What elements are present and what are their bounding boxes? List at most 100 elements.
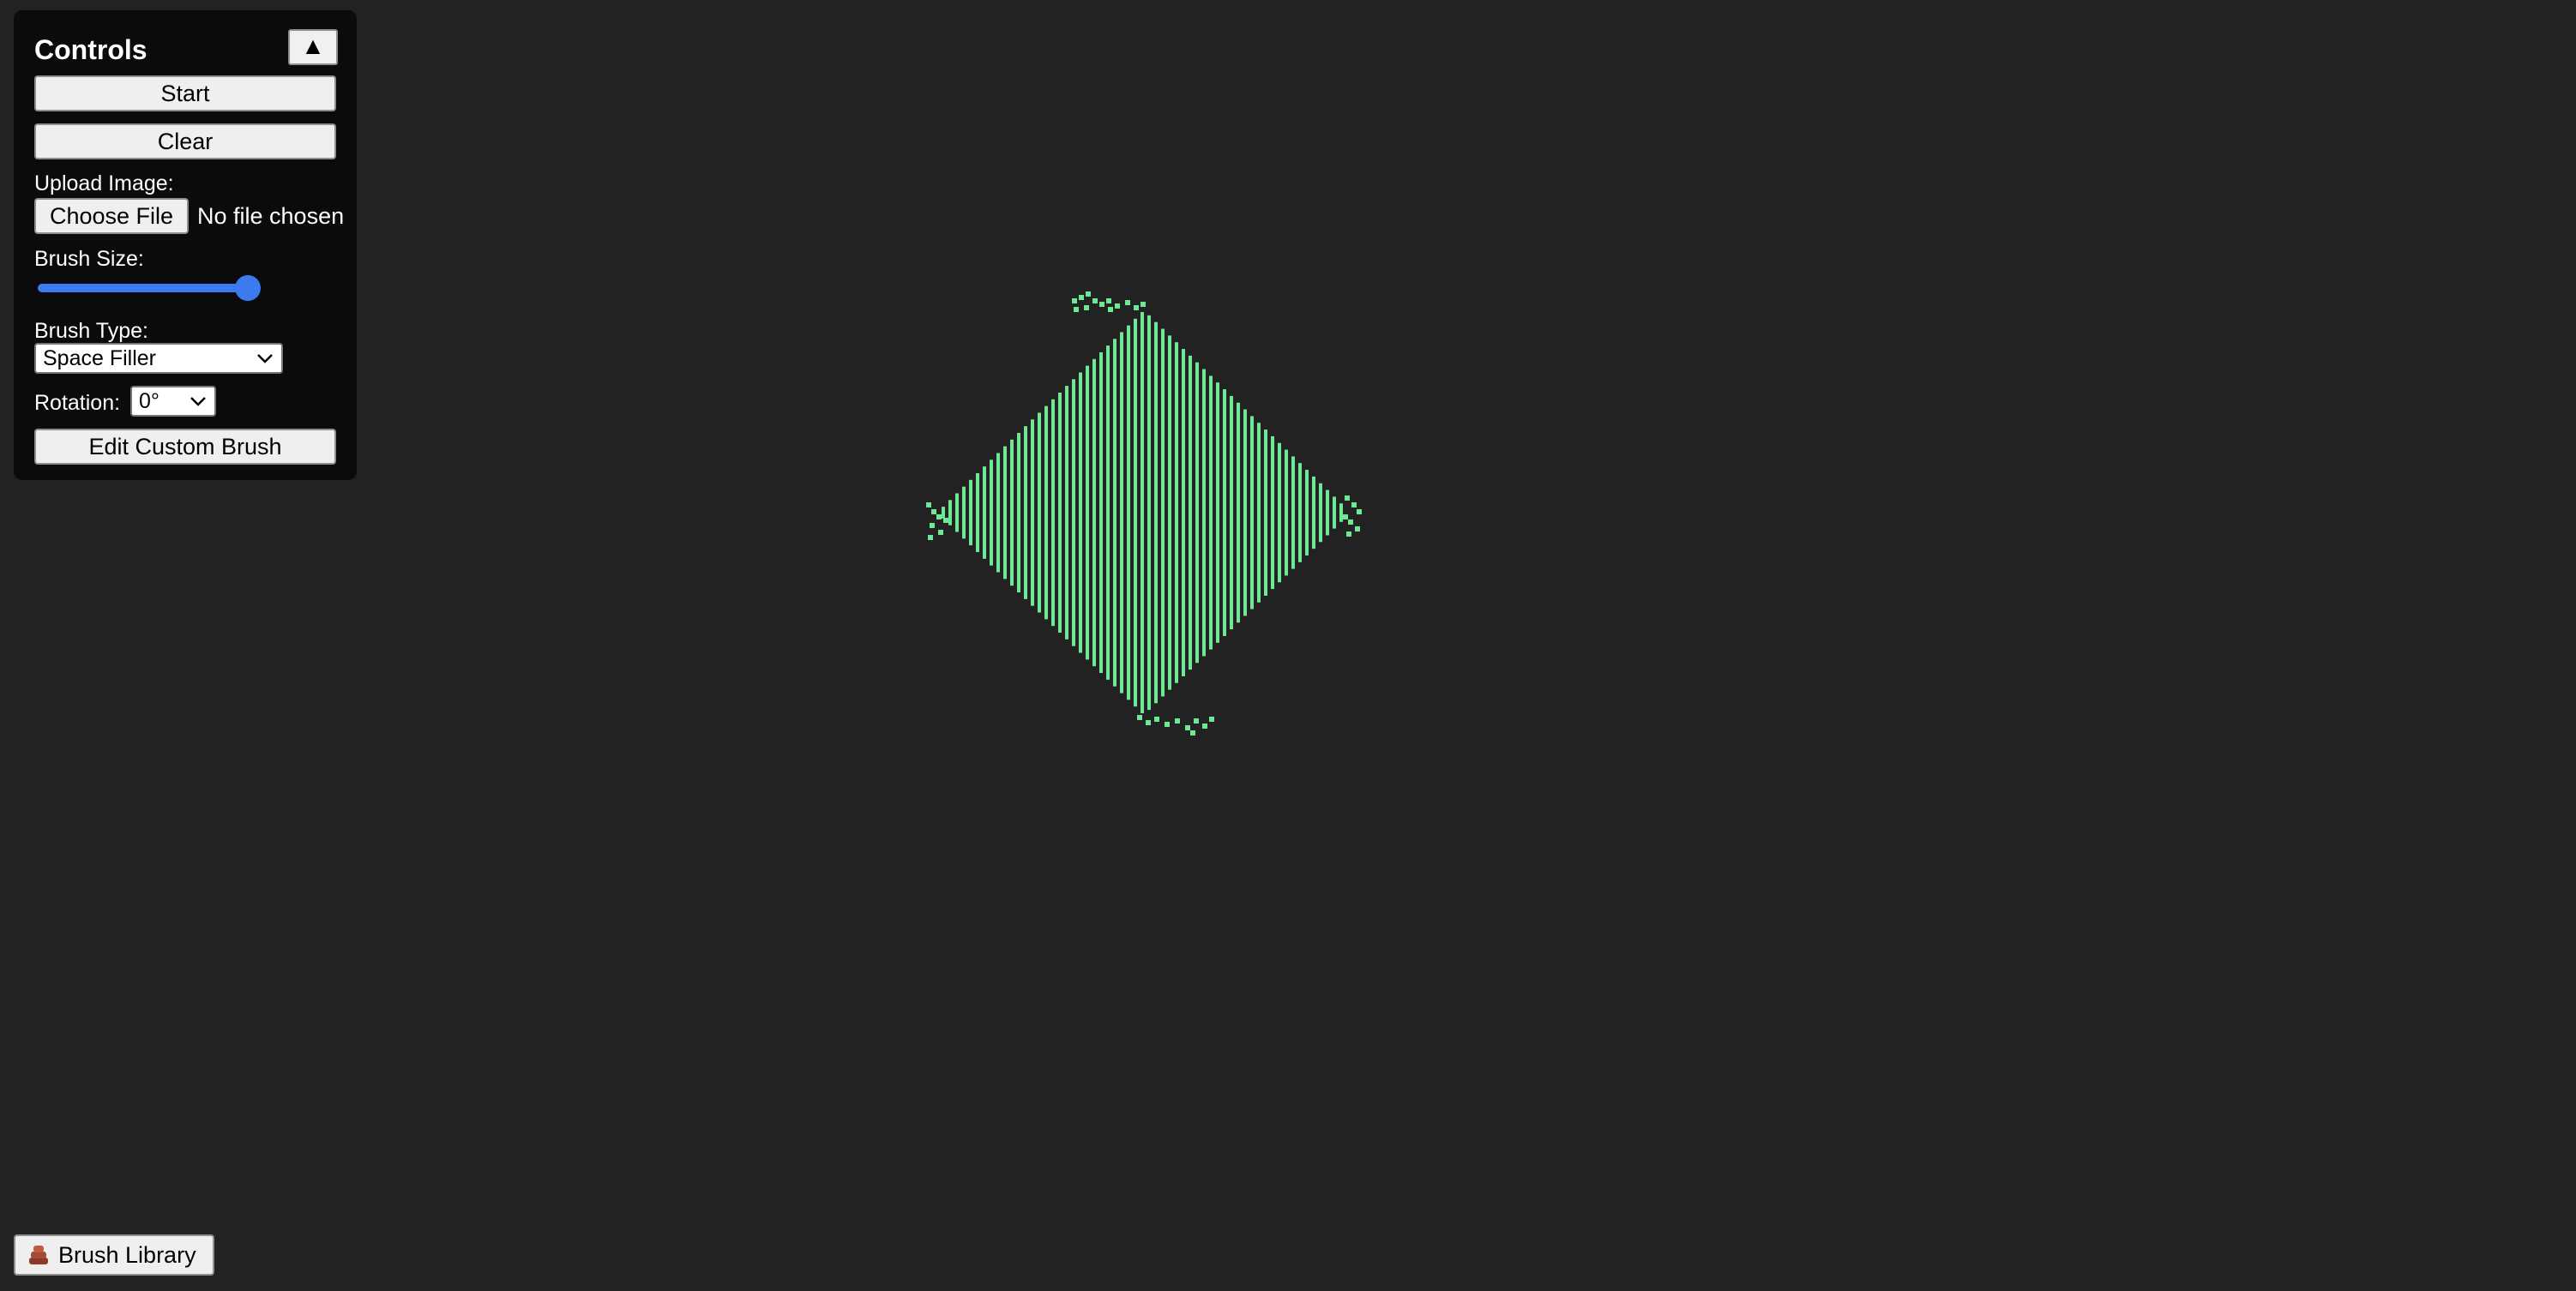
cell-column bbox=[1134, 318, 1137, 707]
clear-button[interactable]: Clear bbox=[34, 123, 336, 159]
cell-column bbox=[976, 472, 979, 553]
cell-column bbox=[1175, 342, 1178, 683]
cell-column bbox=[1038, 412, 1041, 613]
cell bbox=[1099, 302, 1104, 307]
cell bbox=[1194, 718, 1199, 724]
cell-column bbox=[1058, 392, 1062, 633]
cell-column bbox=[1161, 328, 1165, 697]
cell-column bbox=[1010, 439, 1014, 586]
brush-size-label: Brush Size: bbox=[34, 247, 144, 271]
brush-type-value: Space Filler bbox=[43, 346, 156, 370]
cell bbox=[1141, 302, 1146, 307]
cell bbox=[1202, 724, 1207, 729]
cell bbox=[938, 530, 943, 535]
cell bbox=[1146, 720, 1151, 725]
cell bbox=[1079, 295, 1084, 300]
cell-column bbox=[1312, 476, 1315, 549]
cell-column bbox=[962, 486, 966, 539]
cell-column bbox=[942, 507, 945, 519]
edit-custom-brush-button[interactable]: Edit Custom Brush bbox=[34, 429, 336, 465]
cell-column bbox=[1106, 345, 1110, 680]
cell bbox=[1190, 730, 1195, 736]
cell-column bbox=[1305, 470, 1309, 555]
cell bbox=[1165, 722, 1170, 727]
brush-type-label: Brush Type: bbox=[34, 319, 148, 343]
brush-library-label: Brush Library bbox=[58, 1241, 196, 1268]
cell-column bbox=[1051, 399, 1055, 627]
brush-size-slider[interactable] bbox=[34, 274, 261, 301]
cell-column bbox=[1223, 389, 1226, 636]
brush-type-select[interactable]: Space Filler bbox=[34, 343, 283, 374]
cell bbox=[1106, 298, 1111, 303]
cell bbox=[1074, 307, 1079, 312]
cell-column bbox=[1195, 362, 1199, 664]
cell bbox=[1084, 305, 1089, 310]
brush-library-button[interactable]: Brush Library bbox=[14, 1234, 214, 1276]
cell-column bbox=[1216, 382, 1219, 643]
cell-column bbox=[1237, 402, 1240, 623]
cell-column bbox=[1065, 386, 1068, 639]
cell-column bbox=[1044, 405, 1048, 620]
cell-column bbox=[1298, 463, 1302, 562]
cell bbox=[926, 502, 931, 507]
cell bbox=[1357, 509, 1362, 514]
cell-column bbox=[1326, 489, 1329, 536]
cell-column bbox=[983, 466, 986, 559]
cell bbox=[928, 535, 933, 540]
cell bbox=[1092, 298, 1098, 303]
controls-header: Controls ▲ bbox=[34, 29, 338, 70]
cell-column bbox=[1189, 355, 1192, 670]
simulation-stage[interactable] bbox=[0, 0, 2576, 1291]
cell bbox=[1086, 291, 1091, 297]
cell-column bbox=[1147, 315, 1151, 711]
controls-title: Controls bbox=[34, 34, 147, 65]
cell bbox=[1154, 717, 1159, 722]
cell bbox=[1355, 526, 1360, 531]
slider-track bbox=[38, 284, 244, 292]
cell bbox=[1134, 305, 1139, 310]
cell-column bbox=[1079, 372, 1082, 653]
cell-column bbox=[1141, 311, 1144, 714]
cell bbox=[1351, 502, 1357, 507]
upload-image-label: Upload Image: bbox=[34, 171, 174, 195]
cell-column bbox=[1154, 321, 1158, 704]
cell-column bbox=[1230, 395, 1233, 630]
cell-column bbox=[955, 493, 959, 532]
cell bbox=[1185, 725, 1190, 730]
cell-column bbox=[1099, 351, 1103, 674]
cell-column bbox=[1092, 358, 1096, 667]
cell-column bbox=[1024, 426, 1027, 599]
cell-column bbox=[1003, 446, 1007, 579]
rotation-label: Rotation: bbox=[34, 391, 121, 415]
rotation-select[interactable]: 0° bbox=[130, 386, 216, 417]
cell-column bbox=[1168, 335, 1171, 690]
rotation-value: 0° bbox=[139, 389, 159, 413]
cell bbox=[1072, 298, 1077, 303]
cell-column bbox=[1017, 432, 1020, 593]
cell bbox=[1209, 717, 1214, 722]
cell-column bbox=[990, 459, 993, 566]
cell bbox=[1343, 514, 1348, 519]
cell-column bbox=[996, 453, 1000, 573]
collapse-button[interactable]: ▲ bbox=[288, 29, 338, 65]
cell-column bbox=[1271, 435, 1274, 590]
cell bbox=[930, 523, 935, 528]
cell-column bbox=[948, 500, 952, 525]
cell-column bbox=[1291, 456, 1295, 569]
cell bbox=[1348, 519, 1353, 525]
cell-column bbox=[1285, 449, 1288, 576]
cell-column bbox=[1113, 339, 1116, 687]
cell-column bbox=[969, 479, 972, 546]
choose-file-button[interactable]: Choose File bbox=[34, 198, 189, 234]
cell bbox=[943, 518, 948, 523]
cell bbox=[1345, 495, 1350, 501]
chevron-down-icon bbox=[189, 387, 208, 423]
cell bbox=[1175, 718, 1180, 724]
cell-column bbox=[1209, 375, 1213, 650]
slider-thumb[interactable] bbox=[235, 275, 261, 301]
cell-column bbox=[1257, 423, 1261, 603]
space-filler-pattern bbox=[926, 291, 1362, 736]
cell-column bbox=[1120, 332, 1123, 694]
life-canvas[interactable] bbox=[0, 0, 2576, 1291]
start-button[interactable]: Start bbox=[34, 75, 336, 111]
